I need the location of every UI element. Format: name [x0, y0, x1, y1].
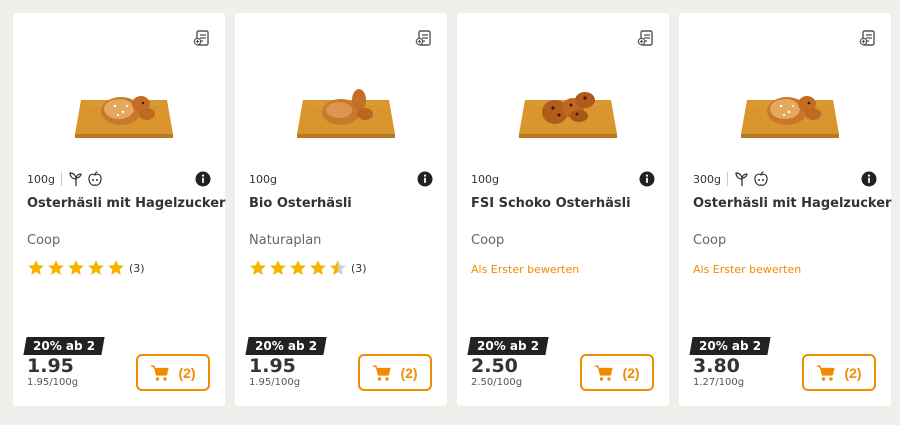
cart-icon — [817, 364, 836, 381]
cart-quantity: (2) — [622, 364, 640, 381]
promo-badge: 20% ab 2 — [689, 337, 771, 355]
cart-icon — [151, 364, 170, 381]
promo-badge: 20% ab 2 — [23, 337, 105, 355]
star-icon — [270, 260, 286, 276]
product-card[interactable]: 100g FSI Schoko Osterhäsli Coop Als Erst… — [457, 13, 669, 406]
star-icon — [310, 260, 326, 276]
cart-quantity: (2) — [400, 364, 418, 381]
add-to-list-icon[interactable] — [637, 29, 655, 47]
product-price: 1.95 — [27, 355, 74, 377]
info-icon[interactable] — [417, 171, 433, 187]
product-image[interactable] — [285, 68, 407, 143]
product-grid: 100g Osterhäsli mit Hagelzucker Coop (3)… — [13, 13, 891, 406]
promo-badge: 20% ab 2 — [245, 337, 327, 355]
product-meta: 100g — [249, 169, 433, 189]
add-to-list-icon[interactable] — [859, 29, 877, 47]
apple-icon — [754, 171, 768, 186]
apple-icon — [88, 171, 102, 186]
star-rating[interactable]: (3) — [27, 259, 145, 277]
add-to-cart-button[interactable]: (2) — [580, 354, 654, 391]
product-weight: 100g — [27, 172, 55, 186]
star-icon — [48, 260, 64, 276]
separator — [60, 172, 62, 186]
add-to-cart-button[interactable]: (2) — [136, 354, 210, 391]
product-name[interactable]: Bio Osterhäsli — [249, 196, 433, 211]
product-price: 1.95 — [249, 355, 296, 377]
product-name[interactable]: Osterhäsli mit Hagelzucker — [693, 196, 891, 211]
add-to-list-icon[interactable] — [193, 29, 211, 47]
product-meta: 100g — [27, 169, 211, 189]
product-image[interactable] — [729, 68, 851, 143]
product-meta: 100g — [471, 169, 655, 189]
rating-count: (3) — [129, 261, 145, 275]
info-icon[interactable] — [861, 171, 877, 187]
plant-icon — [69, 172, 82, 186]
add-to-cart-button[interactable]: (2) — [802, 354, 876, 391]
product-weight: 300g — [693, 172, 721, 186]
product-card[interactable]: 100g Osterhäsli mit Hagelzucker Coop (3)… — [13, 13, 225, 406]
info-icon[interactable] — [639, 171, 655, 187]
plant-icon — [735, 172, 748, 186]
product-brand: Coop — [27, 233, 61, 248]
badges — [721, 171, 772, 187]
product-brand: Naturaplan — [249, 233, 322, 248]
product-name[interactable]: Osterhäsli mit Hagelzucker — [27, 196, 225, 211]
promo-badge: 20% ab 2 — [467, 337, 549, 355]
product-price: 3.80 — [693, 355, 740, 377]
star-icon — [330, 260, 346, 276]
rate-first-link[interactable]: Als Erster bewerten — [471, 263, 579, 276]
rating-count: (3) — [351, 261, 367, 275]
cart-quantity: (2) — [178, 364, 196, 381]
unit-price: 2.50/100g — [471, 377, 523, 388]
add-to-cart-button[interactable]: (2) — [358, 354, 432, 391]
add-to-list-icon[interactable] — [415, 29, 433, 47]
star-icon — [68, 260, 84, 276]
star-icon — [290, 260, 306, 276]
product-name[interactable]: FSI Schoko Osterhäsli — [471, 196, 655, 211]
product-brand: Coop — [693, 233, 727, 248]
star-icon — [108, 260, 124, 276]
badges — [55, 171, 106, 187]
product-price: 2.50 — [471, 355, 518, 377]
star-icon — [250, 260, 266, 276]
star-rating[interactable]: (3) — [249, 259, 367, 277]
product-image[interactable] — [507, 68, 629, 143]
product-weight: 100g — [249, 172, 277, 186]
cart-icon — [373, 364, 392, 381]
star-icon — [28, 260, 44, 276]
unit-price: 1.95/100g — [249, 377, 301, 388]
product-card[interactable]: 100g Bio Osterhäsli Naturaplan (3) 20% a… — [235, 13, 447, 406]
product-brand: Coop — [471, 233, 505, 248]
product-image[interactable] — [63, 68, 185, 143]
unit-price: 1.27/100g — [693, 377, 745, 388]
product-weight: 100g — [471, 172, 499, 186]
rate-first-link[interactable]: Als Erster bewerten — [693, 263, 801, 276]
star-icon — [88, 260, 104, 276]
product-meta: 300g — [693, 169, 877, 189]
unit-price: 1.95/100g — [27, 377, 79, 388]
separator — [726, 172, 728, 186]
product-card[interactable]: 300g Osterhäsli mit Hagelzucker Coop Als… — [679, 13, 891, 406]
info-icon[interactable] — [195, 171, 211, 187]
cart-quantity: (2) — [844, 364, 862, 381]
cart-icon — [595, 364, 614, 381]
